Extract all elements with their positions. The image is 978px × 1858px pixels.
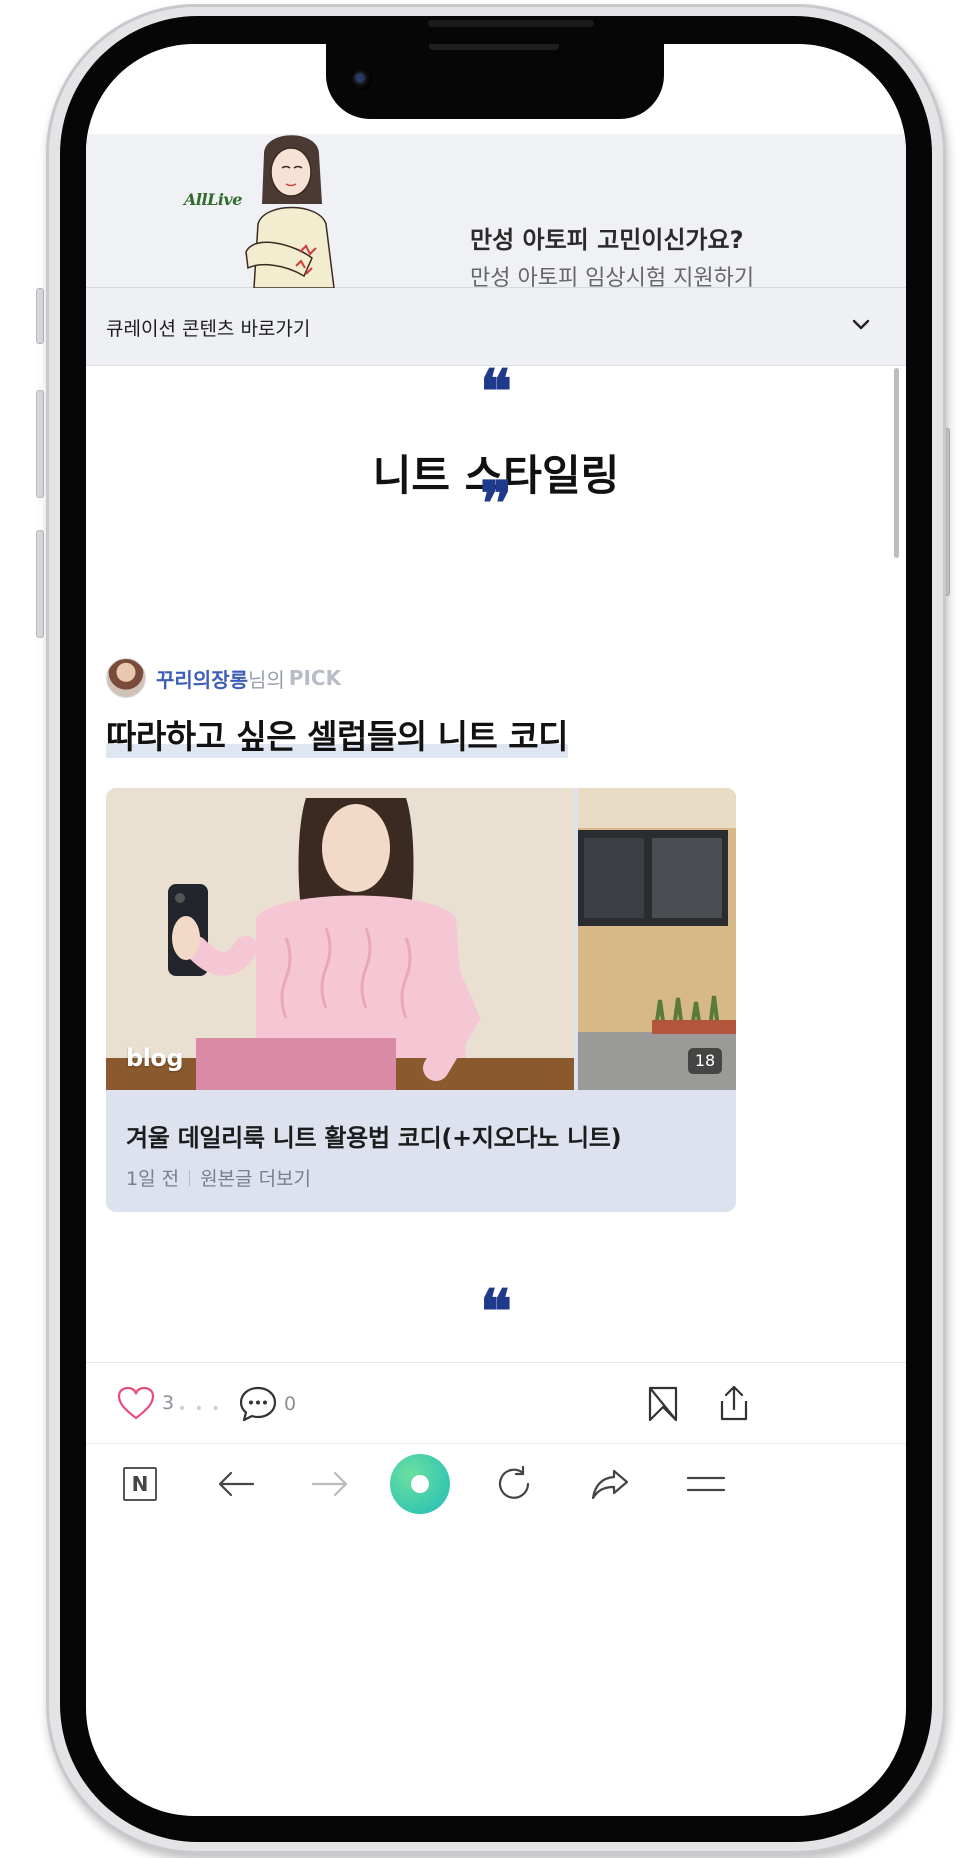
naver-n-icon: N	[123, 1467, 157, 1501]
phone-notch	[326, 44, 664, 119]
comment-count: 0	[284, 1393, 297, 1415]
card-title[interactable]: 겨울 데일리룩 니트 활용법 코디(+지오다노 니트)	[126, 1118, 622, 1153]
article-action-bar: 3 • • • 0	[86, 1362, 906, 1444]
front-camera	[352, 70, 372, 90]
ad-illustration	[245, 135, 335, 288]
like-count: 3	[162, 1392, 175, 1414]
heart-icon	[117, 1386, 155, 1420]
card-photo-main[interactable]: blog	[106, 788, 574, 1090]
share-icon	[720, 1385, 748, 1421]
meta-divider	[189, 1169, 191, 1186]
volume-up-button	[36, 390, 44, 498]
bookmark-button[interactable]	[646, 1385, 680, 1423]
green-dot-button[interactable]	[390, 1454, 450, 1514]
separator-dots: • • •	[178, 1401, 222, 1417]
naver-home-button[interactable]: N	[120, 1464, 160, 1504]
like-button[interactable]: 3	[116, 1385, 174, 1421]
ad-title[interactable]: 만성 아토피 고민이신가요?	[470, 220, 744, 255]
curation-shortcut-bar[interactable]: 큐레이션 콘텐츠 바로가기	[86, 288, 906, 366]
notch-speaker	[429, 44, 559, 50]
refresh-icon	[498, 1465, 530, 1499]
arrow-left-icon	[218, 1471, 255, 1497]
card-meta: 1일 전 원본글 더보기	[126, 1164, 311, 1191]
green-dot-icon	[411, 1475, 429, 1493]
earpiece	[428, 20, 594, 27]
forward-button[interactable]	[310, 1464, 350, 1504]
view-original-link[interactable]: 원본글 더보기	[200, 1164, 311, 1191]
back-button[interactable]	[216, 1464, 256, 1504]
author-avatar[interactable]	[106, 658, 146, 698]
card-time-ago: 1일 전	[126, 1168, 180, 1190]
hamburger-menu-icon	[686, 1476, 726, 1492]
pick-attribution: 꾸리의장롱 님의 PICK	[106, 656, 341, 700]
blog-badge: blog	[126, 1044, 184, 1072]
page-share-button[interactable]	[590, 1464, 630, 1504]
menu-button[interactable]	[686, 1464, 726, 1504]
comment-button[interactable]: 0	[238, 1385, 296, 1423]
curation-shortcut-label: 큐레이션 콘텐츠 바로가기	[106, 318, 311, 340]
comment-icon	[239, 1386, 277, 1422]
volume-down-button	[36, 530, 44, 638]
pick-label: PICK	[288, 666, 342, 690]
close-quote-icon: ❞	[479, 469, 513, 539]
share-arrow-icon	[591, 1469, 629, 1500]
next-open-quote-icon: ❝	[479, 1277, 513, 1347]
refresh-button[interactable]	[494, 1464, 534, 1504]
card-photo-secondary[interactable]: 18	[578, 788, 736, 1090]
chevron-down-icon[interactable]	[850, 316, 872, 334]
phone-screen: AllLive 만성 아토피 고민이신가요? 만성 아토피 임상시험 지원하기 …	[86, 44, 906, 1816]
arrow-right-icon	[311, 1471, 348, 1497]
blog-article-card[interactable]: blog 18 겨울 데일리룩 니트 활용법 코디(+지오다노 니트) 1일 전…	[106, 788, 736, 1212]
pick-author-name[interactable]: 꾸리의장롱	[156, 664, 248, 693]
pick-headline: 따라하고 싶은 셀럽들의 니트 코디	[106, 717, 569, 756]
ad-banner[interactable]: AllLive 만성 아토피 고민이신가요? 만성 아토피 임상시험 지원하기	[86, 134, 906, 291]
browser-toolbar: N	[86, 1444, 906, 1524]
silent-switch	[36, 288, 44, 344]
pick-author-suffix: 님의	[248, 667, 285, 692]
share-button[interactable]	[716, 1383, 752, 1423]
pick-headline-block: 따라하고 싶은 셀럽들의 니트 코디	[106, 710, 569, 758]
storefront-photo-illustration	[578, 788, 736, 1090]
photo-count-badge: 18	[688, 1048, 722, 1074]
open-quote-icon: ❝	[479, 357, 513, 427]
bookmark-icon	[648, 1386, 678, 1422]
